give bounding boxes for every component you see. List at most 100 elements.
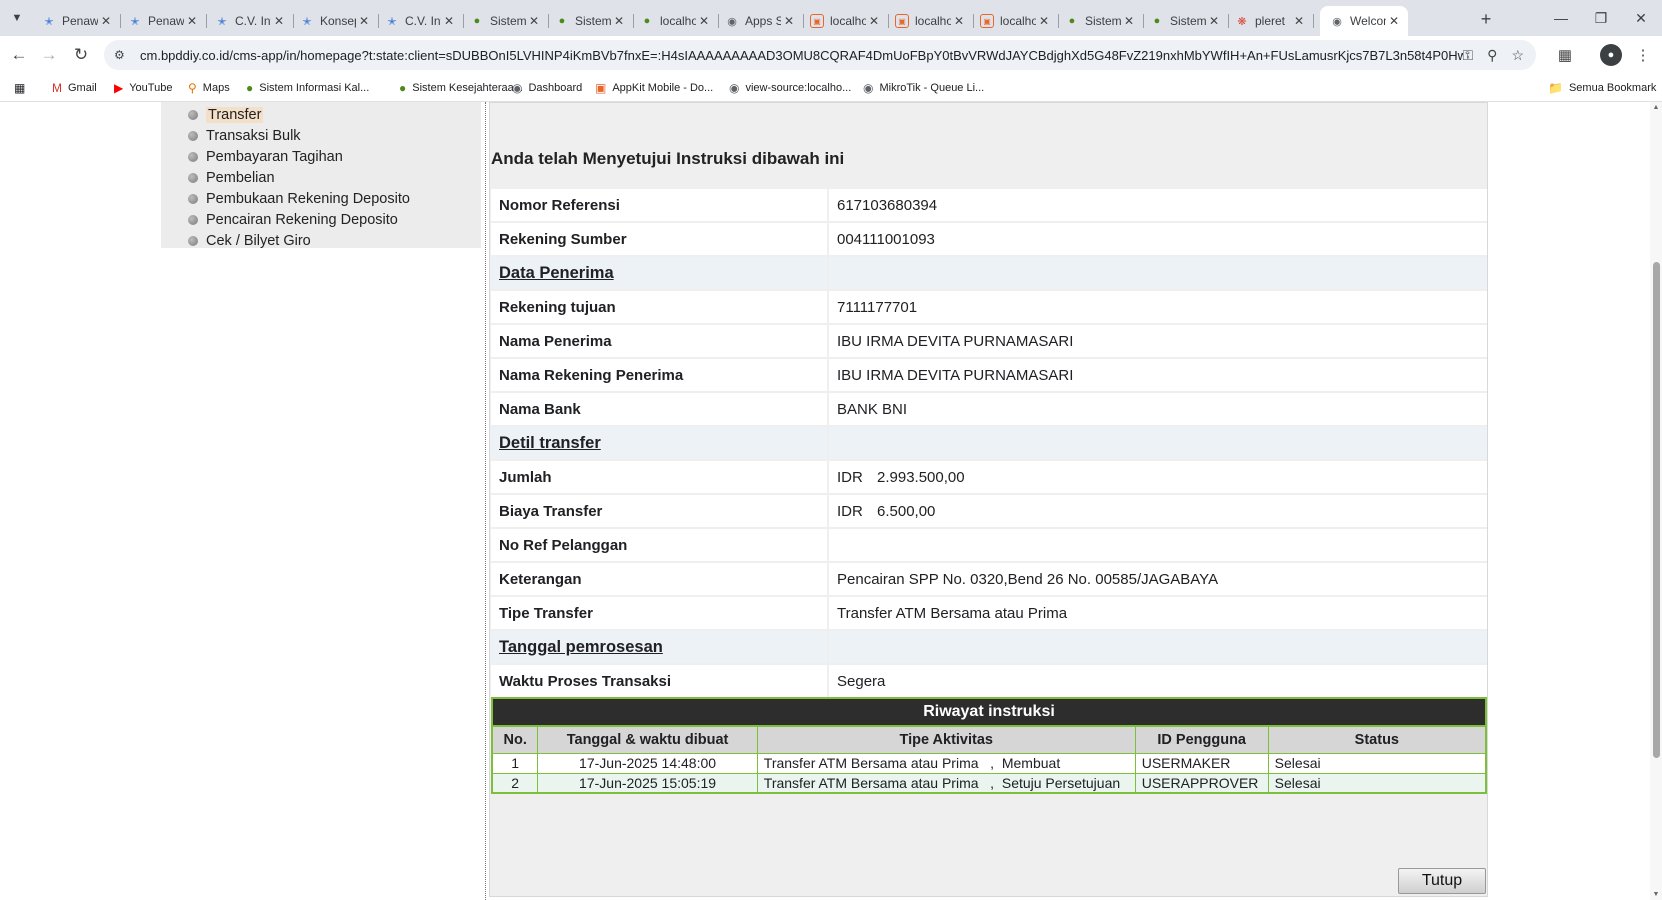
detail-row: Jumlah IDR 2.993.500,00 [491,461,1487,493]
zoom-icon[interactable]: ⚲ [1487,47,1497,64]
bookmark-item[interactable]: M Gmail [52,79,97,97]
bookmark-item[interactable]: ◉ MikroTik - Queue Li... [863,79,984,97]
detail-row: Rekening Sumber 004111001093 [491,223,1487,255]
new-tab-button[interactable]: + [1474,7,1498,31]
detail-label: Jumlah [491,461,829,493]
history-column-header: Tanggal & waktu dibuat [537,725,758,754]
back-button[interactable]: ← [6,42,32,68]
sidebar-item-label: Transfer [206,106,264,123]
apps-button[interactable]: ▦ [14,79,31,97]
browser-tab[interactable]: ✭ C.V. Infinity✕ [205,6,294,36]
sidebar-menu-item[interactable]: Transfer [188,105,264,124]
browser-tab[interactable]: ✭ Penawaran✕ [118,6,207,36]
scrollbar-thumb[interactable] [1653,262,1660,758]
history-activity: Transfer ATM Bersama atau Prima , Setuju… [756,772,1136,794]
browser-tab[interactable]: ▣ localhost✕ [970,6,1059,36]
tab-search-button[interactable]: ▼ [6,7,28,29]
sidebar-menu-item[interactable]: Pembukaan Rekening Deposito [188,189,410,208]
bookmark-star-icon[interactable]: ☆ [1511,47,1524,64]
star-icon: ✭ [217,15,227,28]
globe-icon: ◉ [727,15,737,28]
browser-tab[interactable]: ▣ localhost✕ [885,6,974,36]
amount-value: 6.500,00 [877,502,936,520]
all-bookmarks[interactable]: 📁 Semua Bookmark [1548,79,1656,97]
confirmation-panel: Anda telah Menyetujui Instruksi dibawah … [489,102,1488,897]
browser-tab[interactable]: ◉ Welcome✕ [1320,6,1408,36]
sidebar-menu-item[interactable]: Pembelian [188,168,275,187]
tab-close-icon[interactable]: ✕ [98,13,114,29]
bookmark-item[interactable]: ▣ AppKit Mobile - Do... [595,79,713,97]
tab-close-icon[interactable]: ✕ [951,13,967,29]
scroll-up-icon[interactable]: ▲ [1652,104,1660,111]
detail-label: Rekening tujuan [491,291,829,323]
tab-close-icon[interactable]: ✕ [611,13,627,29]
detail-row: Nomor Referensi 617103680394 [491,189,1487,221]
tab-close-icon[interactable]: ✕ [781,13,797,29]
tab-title: localhost [915,14,951,28]
browser-tab[interactable]: ▣ localhost✕ [800,6,889,36]
tab-close-icon[interactable]: ✕ [866,13,882,29]
url-text[interactable]: cm.bpddiy.co.id/cms-app/in/homepage?t:st… [140,48,1463,63]
window-close-button[interactable]: ✕ [1618,4,1662,32]
extensions-button[interactable]: ▦ [1554,44,1576,66]
bookmark-label: view-source:localho... [745,82,852,94]
sidebar-item-label: Pembelian [206,169,275,186]
browser-tab[interactable]: ● Sistem ✕ [545,6,634,36]
detail-row: Nama Bank BANK BNI [491,393,1487,425]
browser-tab[interactable]: ● Sistem ✕ [1055,6,1144,36]
tab-title: Sistem [490,14,526,28]
browser-tab[interactable]: ● Sistem ✕ [460,6,549,36]
section-header-row: Data Penerima [491,257,1487,289]
detail-value: Pencairan SPP No. 0320,Bend 26 No. 00585… [837,570,1219,588]
detail-value: IBU IRMA DEVITA PURNAMASARI [837,332,1074,350]
tab-close-icon[interactable]: ✕ [1386,13,1402,29]
sidebar-menu-item[interactable]: Pencairan Rekening Deposito [188,210,398,229]
browser-tab[interactable]: ● localhost✕ [630,6,719,36]
password-key-icon[interactable]: ⚿ [1463,47,1474,64]
bookmark-item[interactable]: ◉ view-source:localho... [729,79,851,97]
reload-button[interactable]: ↻ [68,42,94,68]
address-bar[interactable]: ⚙ cm.bpddiy.co.id/cms-app/in/homepage?t:… [104,40,1536,70]
browser-tab[interactable]: ❋ pleret ✕ [1225,6,1314,36]
site-info-icon[interactable]: ⚙ [114,48,132,62]
sidebar-item-label: Pembayaran Tagihan [206,148,343,165]
tab-close-icon[interactable]: ✕ [526,13,542,29]
bookmark-item[interactable]: ⚲ Maps [188,79,230,97]
sidebar-menu-item[interactable]: Cek / Bilyet Giro [188,231,311,250]
tab-close-icon[interactable]: ✕ [441,13,457,29]
sidebar-menu-item[interactable]: Pembayaran Tagihan [188,147,343,166]
browser-tab[interactable]: ✭ C.V. Infinity✕ [375,6,464,36]
bookmark-item[interactable]: ▶ YouTube [114,79,172,97]
bookmark-item[interactable]: ◉ Dashboard [512,79,582,97]
tab-close-icon[interactable]: ✕ [1206,13,1222,29]
bookmark-item[interactable]: ● Sistem Kesejahteraa... [399,79,523,97]
bullet-icon [188,235,198,246]
tab-close-icon[interactable]: ✕ [356,13,372,29]
detail-value: 617103680394 [837,196,938,214]
profile-avatar[interactable]: ● [1600,44,1622,66]
page-scrollbar[interactable]: ▲ ▼ [1650,102,1662,900]
browser-tab[interactable]: ✭ Konsep✕ [290,6,379,36]
tab-close-icon[interactable]: ✕ [1036,13,1052,29]
tab-close-icon[interactable]: ✕ [1291,13,1307,29]
emblem-icon: ● [399,81,407,95]
forward-button[interactable]: → [36,42,62,68]
scroll-down-icon[interactable]: ▼ [1652,891,1660,898]
tab-close-icon[interactable]: ✕ [696,13,712,29]
close-button[interactable]: Tutup [1398,868,1486,894]
tab-title: pleret [1255,14,1286,28]
tab-close-icon[interactable]: ✕ [271,13,287,29]
detail-label: Data Penerima [491,257,829,289]
tab-close-icon[interactable]: ✕ [1121,13,1137,29]
browser-tab[interactable]: ◉ Apps Script✕ [715,6,804,36]
browser-tab[interactable]: ✭ Penawaran✕ [32,6,121,36]
tab-close-icon[interactable]: ✕ [184,13,200,29]
bookmark-item[interactable]: ● Sistem Informasi Kal... [246,79,369,97]
arrow-right-icon: → [40,45,58,64]
menu-button[interactable]: ⋮ [1632,44,1654,66]
tab-title: Konsep [320,14,356,28]
detail-row: Waktu Proses Transaksi Segera [491,665,1487,697]
emblem-icon: ● [1068,15,1076,27]
sidebar-menu-item[interactable]: Transaksi Bulk [188,126,301,145]
browser-tab[interactable]: ● Sistem ✕ [1140,6,1229,36]
